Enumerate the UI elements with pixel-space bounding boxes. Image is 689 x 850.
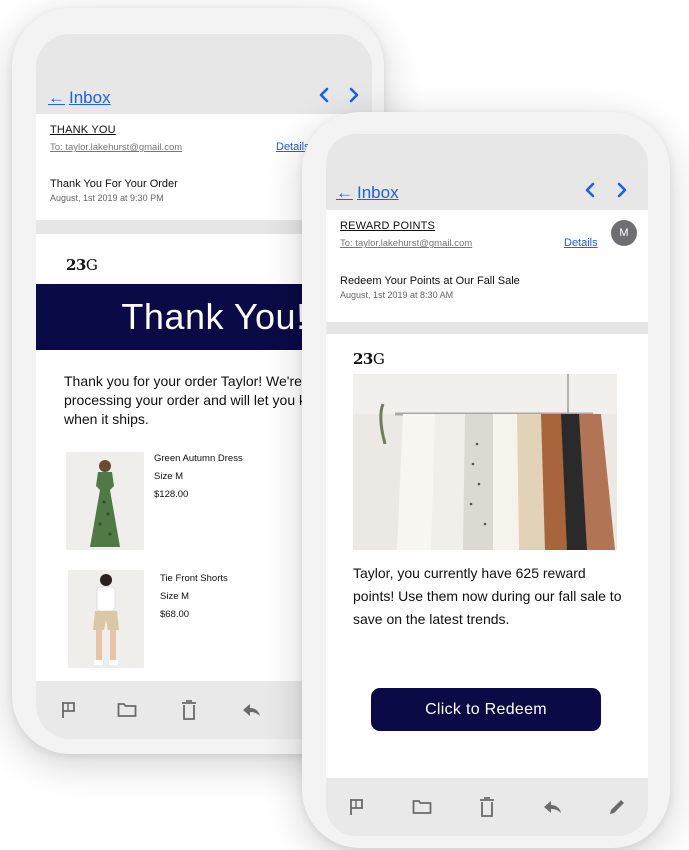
back-arrow-icon: ← [336,182,353,202]
email-title: Redeem Your Points at Our Fall Sale [340,275,520,287]
email-subject: REWARD POINTS [340,220,436,232]
divider [326,322,648,334]
brand-logo: 23G [66,256,98,274]
brand-logo: 23G [353,350,385,368]
logo-number: 23 [353,350,373,368]
folder-icon[interactable] [116,699,138,721]
product-name: Green Autumn Dress [154,453,243,464]
product-size: Size M [160,591,190,602]
next-email-chevron-icon[interactable] [348,86,360,109]
trash-icon[interactable] [476,796,498,818]
reply-icon[interactable] [240,699,262,721]
redeem-button[interactable]: Click to Redeem [371,688,601,731]
compose-icon[interactable] [606,796,628,818]
logo-glyph: G [372,350,385,368]
email-subject: THANK YOU [50,124,116,136]
product-image-shorts[interactable] [68,570,144,668]
product-price: $68.00 [160,609,190,620]
details-link[interactable]: Details [564,237,598,249]
back-to-inbox-link[interactable]: ← Inbox [336,183,399,203]
product-image-dress[interactable] [66,452,144,550]
email-date: August, 1st 2019 at 8:30 AM [340,290,454,300]
email-recipient[interactable]: To: taylor.lakehurst@gmail.com [340,238,472,249]
product-info: Green Autumn Dress Size M $128.00 [154,450,264,504]
logo-glyph: G [85,256,98,274]
flag-icon[interactable] [346,796,368,818]
logo-number: 23 [66,256,86,274]
product-info: Tie Front Shorts Size M $68.00 [160,570,270,624]
next-email-chevron-icon[interactable] [616,181,628,204]
back-to-inbox-link[interactable]: ← Inbox [48,88,111,108]
folder-icon[interactable] [411,796,433,818]
front-phone-frame: ← Inbox REWARD POINTS To: taylor.lakehur… [302,112,670,848]
product-name: Tie Front Shorts [160,573,228,584]
email-nav-bar: ← Inbox [326,181,648,204]
email-date: August, 1st 2019 at 9:30 PM [50,193,164,203]
email-nav-bar: ← Inbox [36,86,372,109]
email-body: 23G Taylor, you currently have 625 rewar… [326,334,648,778]
reward-message: Taylor, you currently have 625 reward po… [353,565,622,627]
flag-icon[interactable] [58,699,80,721]
trash-icon[interactable] [178,699,200,721]
reply-icon[interactable] [541,796,563,818]
banner-text: Thank You! [121,296,307,337]
front-phone-screen: ← Inbox REWARD POINTS To: taylor.lakehur… [326,134,648,836]
prev-email-chevron-icon[interactable] [318,86,330,109]
back-arrow-icon: ← [48,87,65,107]
email-title: Thank You For Your Order [50,178,178,190]
clothing-rack-image [353,374,617,550]
prev-email-chevron-icon[interactable] [584,181,596,204]
email-recipient[interactable]: To: taylor.lakehurst@gmail.com [50,142,182,153]
email-header: REWARD POINTS To: taylor.lakehurst@gmail… [326,210,648,322]
email-toolbar [326,778,648,836]
inbox-label: Inbox [69,87,111,107]
product-price: $128.00 [154,489,189,500]
avatar[interactable]: M [611,220,637,246]
product-size: Size M [154,471,184,482]
inbox-label: Inbox [357,182,399,202]
